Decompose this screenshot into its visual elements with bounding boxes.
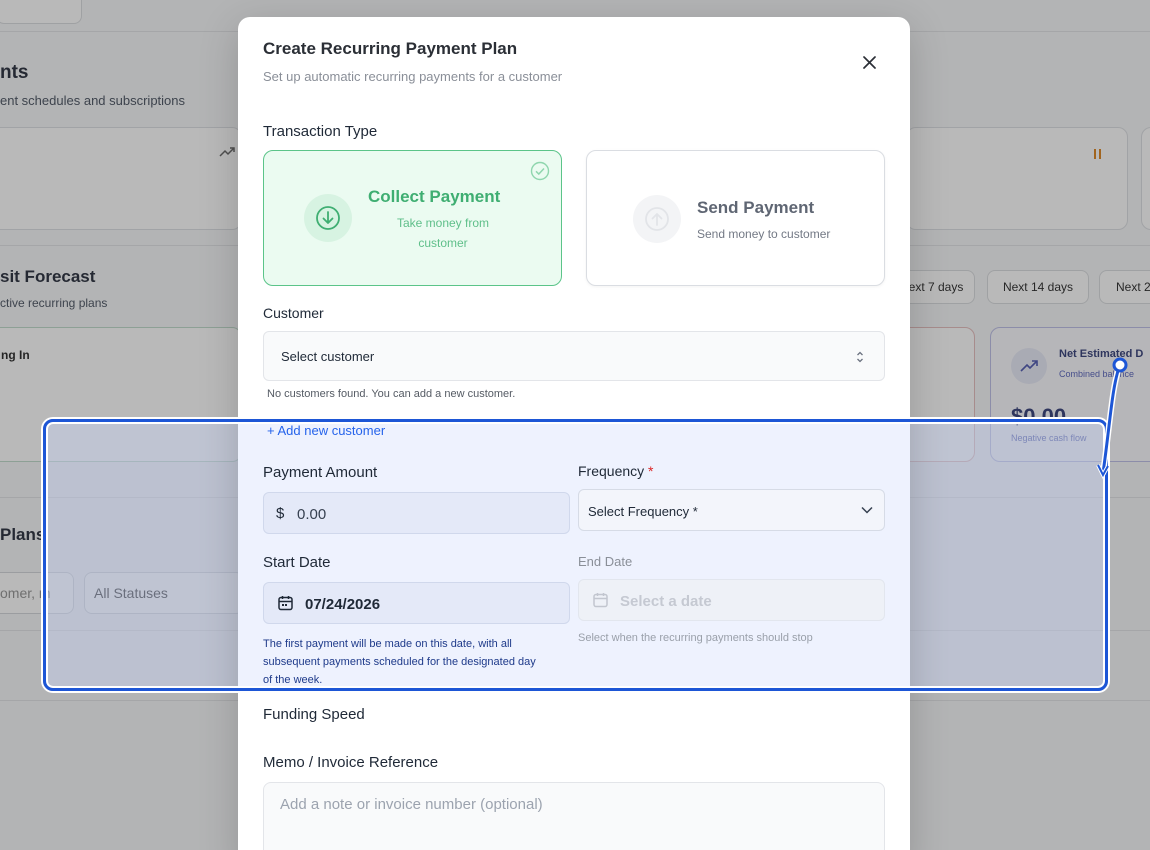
close-icon xyxy=(862,55,876,69)
collect-payment-title: Collect Payment xyxy=(368,187,501,206)
customer-label: Customer xyxy=(263,305,324,321)
customer-select[interactable]: Select customer xyxy=(263,331,885,381)
calendar-icon xyxy=(593,593,608,608)
add-customer-link[interactable]: + Add new customer xyxy=(267,423,385,438)
memo-label: Memo / Invoice Reference xyxy=(263,754,439,771)
end-date-placeholder: Select a date xyxy=(620,593,712,610)
payment-details-section: + Add new customer Payment Amount $ 0.00… xyxy=(238,421,910,689)
payment-amount-input[interactable]: $ 0.00 xyxy=(263,492,570,534)
memo-placeholder: Add a note or invoice number (optional) xyxy=(280,796,543,813)
start-date-label: Start Date xyxy=(263,554,331,571)
collect-payment-desc-1: Take money from xyxy=(396,216,490,230)
customer-select-value: Select customer xyxy=(281,349,375,364)
modal-subtitle: Set up automatic recurring payments for … xyxy=(263,69,563,84)
end-date-input[interactable]: Select a date xyxy=(578,579,885,621)
transaction-type-label: Transaction Type xyxy=(263,123,378,140)
send-payment-desc: Send money to customer xyxy=(697,227,831,241)
collect-icon-wrap xyxy=(304,194,352,242)
frequency-label-text: Frequency xyxy=(578,463,645,479)
send-payment-option[interactable]: Send Payment Send money to customer xyxy=(586,150,885,286)
memo-textarea[interactable]: Add a note or invoice number (optional) xyxy=(263,782,885,850)
end-date-hint: Select when the recurring payments shoul… xyxy=(578,632,813,644)
modal-title: Create Recurring Payment Plan xyxy=(263,39,518,58)
start-date-value: 07/24/2026 xyxy=(305,596,381,613)
modal-lower-section: Funding Speed Memo / Invoice Reference A… xyxy=(238,689,910,850)
annotation-arrow-icon xyxy=(1096,357,1128,480)
start-date-hint-line: The first payment will be made on this d… xyxy=(263,638,512,650)
chevron-updown-icon xyxy=(857,351,863,363)
check-circle-icon xyxy=(530,161,550,181)
funding-speed-label: Funding Speed xyxy=(263,706,365,723)
arrow-down-circle-icon xyxy=(316,206,340,230)
end-date-label: End Date xyxy=(578,554,633,569)
start-date-input[interactable]: 07/24/2026 xyxy=(263,582,570,624)
chevron-down-icon xyxy=(861,506,873,514)
start-date-hint: The first payment will be made on this d… xyxy=(263,635,536,689)
currency-symbol: $ xyxy=(276,505,285,522)
customer-hint: No customers found. You can add a new cu… xyxy=(267,388,516,400)
send-payment-title: Send Payment xyxy=(697,198,815,217)
calendar-icon xyxy=(278,596,293,611)
collect-payment-option[interactable]: Collect Payment Take money from customer xyxy=(263,150,562,286)
start-date-hint-line: subsequent payments scheduled for the de… xyxy=(263,656,536,668)
frequency-select-value: Select Frequency * xyxy=(588,504,698,519)
start-date-hint-line: of the week. xyxy=(263,674,323,686)
payment-amount-value: 0.00 xyxy=(297,506,327,523)
payment-amount-label: Payment Amount xyxy=(263,464,378,481)
collect-payment-desc-2: customer xyxy=(418,236,468,250)
required-mark: * xyxy=(648,463,654,479)
frequency-select[interactable]: Select Frequency * xyxy=(578,489,885,531)
frequency-label: Frequency * xyxy=(578,463,654,479)
arrow-up-circle-icon xyxy=(645,207,669,231)
send-icon-wrap xyxy=(633,195,681,243)
close-button[interactable] xyxy=(858,51,880,73)
